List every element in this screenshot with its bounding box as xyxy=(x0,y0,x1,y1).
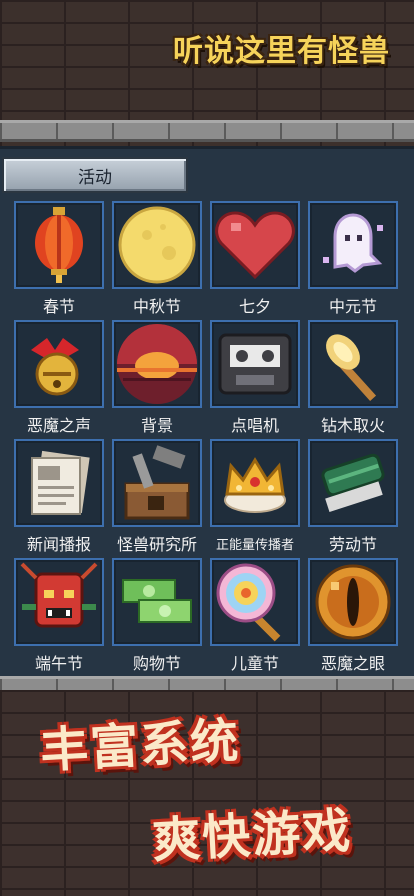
activity-item-demon-voice[interactable]: 恶魔之声 xyxy=(14,320,104,436)
moon-icon xyxy=(112,201,202,289)
ghost-icon xyxy=(308,201,398,289)
activity-item-news[interactable]: 新闻播报 xyxy=(14,439,104,555)
activity-item-label: 背景 xyxy=(140,416,173,435)
demon-eye-icon xyxy=(308,558,398,646)
cassette-icon xyxy=(210,320,300,408)
lollipop-icon xyxy=(210,558,300,646)
newspaper-icon xyxy=(14,439,104,527)
workshop-icon xyxy=(112,439,202,527)
lantern-icon xyxy=(14,201,104,289)
tab-activity[interactable]: 活动 xyxy=(2,157,188,193)
activity-item-shopping-festival[interactable]: 购物节 xyxy=(112,558,202,674)
slogan-line-2: 爽快游戏 xyxy=(150,802,354,870)
activity-item-labor-day[interactable]: 劳动节 xyxy=(308,439,398,555)
activity-item-label: 怪兽研究所 xyxy=(116,535,197,554)
activity-item-label: 点唱机 xyxy=(230,416,279,435)
activity-item-positive-energy[interactable]: 正能量传播者 xyxy=(210,439,300,555)
dragon-mask-icon xyxy=(14,558,104,646)
sunset-icon xyxy=(112,320,202,408)
activity-item-label: 购物节 xyxy=(132,654,181,673)
slogan-line-1: 丰富系统 xyxy=(38,712,242,780)
activity-item-label: 新闻播报 xyxy=(26,535,91,554)
activity-item-label: 七夕 xyxy=(238,297,271,316)
activity-item-label: 春节 xyxy=(42,297,75,316)
activity-item-spring-festival[interactable]: 春节 xyxy=(14,201,104,317)
activity-item-label: 儿童节 xyxy=(230,654,279,673)
activity-item-background[interactable]: 背景 xyxy=(112,320,202,436)
activity-item-label: 劳动节 xyxy=(328,535,377,554)
activity-item-demon-eye[interactable]: 恶魔之眼 xyxy=(308,558,398,674)
activity-item-label: 中秋节 xyxy=(132,297,181,316)
fire-stick-icon xyxy=(308,320,398,408)
activity-item-label: 恶魔之眼 xyxy=(320,654,385,673)
activity-item-ghost-festival[interactable]: 中元节 xyxy=(308,201,398,317)
activity-item-dragon-boat[interactable]: 端午节 xyxy=(14,558,104,674)
activity-item-drill-fire[interactable]: 钻木取火 xyxy=(308,320,398,436)
activity-item-label: 端午节 xyxy=(34,654,83,673)
activity-item-monster-institute[interactable]: 怪兽研究所 xyxy=(112,439,202,555)
activity-item-label: 正能量传播者 xyxy=(215,538,294,553)
activity-item-qixi[interactable]: 七夕 xyxy=(210,201,300,317)
activity-item-label: 钻木取火 xyxy=(320,416,385,435)
bell-icon xyxy=(14,320,104,408)
activity-panel: 活动 春节 中秋节 七夕 中元节 恶魔之声 背景 点唱机 钻木取火 新闻播报 怪… xyxy=(0,146,414,680)
crown-icon xyxy=(210,439,300,527)
activity-item-childrens-day[interactable]: 儿童节 xyxy=(210,558,300,674)
activity-grid: 春节 中秋节 七夕 中元节 恶魔之声 背景 点唱机 钻木取火 新闻播报 怪兽研究… xyxy=(14,201,398,674)
activity-item-label: 恶魔之声 xyxy=(26,416,91,435)
cash-icon xyxy=(112,558,202,646)
heart-icon xyxy=(210,201,300,289)
brush-icon xyxy=(308,439,398,527)
activity-item-label: 中元节 xyxy=(328,297,377,316)
game-title-logo: 听说这里有怪兽 xyxy=(173,34,390,69)
activity-item-mid-autumn[interactable]: 中秋节 xyxy=(112,201,202,317)
activity-item-jukebox[interactable]: 点唱机 xyxy=(210,320,300,436)
stone-ledge-top xyxy=(0,120,414,142)
